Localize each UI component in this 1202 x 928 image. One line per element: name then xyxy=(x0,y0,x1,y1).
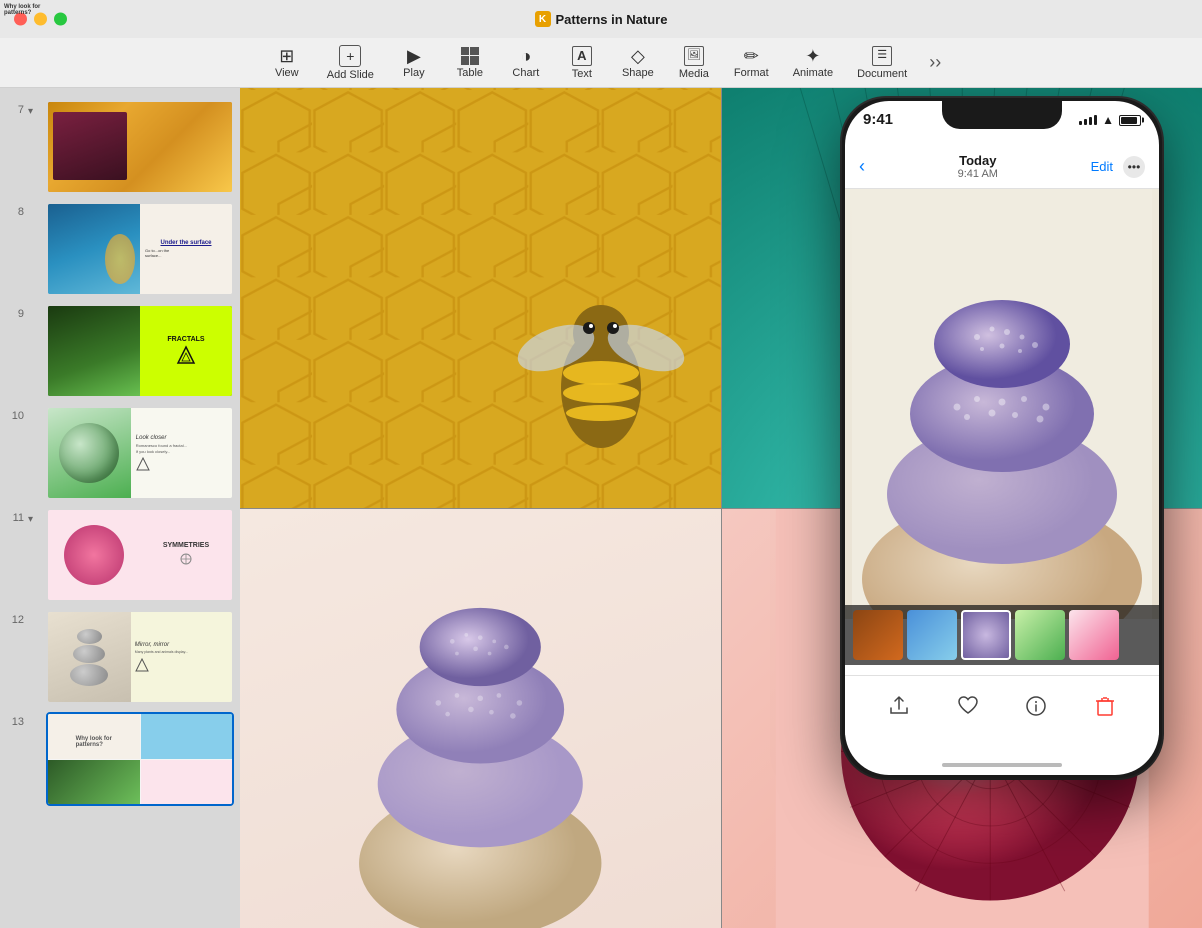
toolbar-more-button[interactable]: ›› xyxy=(929,52,941,73)
slide-number-9: 9 xyxy=(6,308,24,320)
home-indicator xyxy=(942,763,1062,767)
signal-bar-4 xyxy=(1094,115,1097,125)
slide-thumbnail-13[interactable]: Why look forpatterns? Why look forpatter… xyxy=(46,712,234,806)
toolbar-media[interactable]: 🖼 Media xyxy=(668,42,720,84)
phone-nav-bar: ‹ Today 9:41 AM Edit ••• xyxy=(845,145,1159,189)
list-item: 7 ▾ LAYERS layers in nature can be seen.… xyxy=(0,96,240,198)
slide-number-8: 8 xyxy=(6,206,24,218)
toolbar-text[interactable]: A Text xyxy=(556,42,608,84)
slide-number-12: 12 xyxy=(6,614,24,626)
add-slide-label: Add Slide xyxy=(327,69,374,81)
toolbar-shape[interactable]: ◇ Shape xyxy=(612,43,664,83)
trash-icon[interactable] xyxy=(1091,692,1119,720)
list-item: 8 ▾ Under the surface Go to...on thesurf… xyxy=(0,198,240,300)
thumbnail-1[interactable] xyxy=(853,610,903,660)
document-label: Document xyxy=(857,68,907,80)
toolbar-document[interactable]: ☰ Document xyxy=(847,42,917,84)
back-button[interactable]: ‹ xyxy=(859,156,865,177)
signal-bar-1 xyxy=(1079,121,1082,125)
play-label: Play xyxy=(403,67,424,79)
shape-icon: ◇ xyxy=(631,47,645,65)
phone-notch xyxy=(942,101,1062,129)
toolbar: ⊞ View + Add Slide ▶ Play Table ◑ Chart … xyxy=(0,38,1202,88)
thumbnail-5[interactable] xyxy=(1069,610,1119,660)
phone-action-bar xyxy=(845,675,1159,735)
toolbar-play[interactable]: ▶ Play xyxy=(388,43,440,83)
thumbnail-3-selected[interactable] xyxy=(961,610,1011,660)
nav-time: 9:41 AM xyxy=(958,168,998,180)
canvas-cell-honeybee xyxy=(240,88,721,508)
slide-number-7: 7 xyxy=(6,104,24,116)
add-slide-icon: + xyxy=(339,45,361,67)
slide-number-11: 11 xyxy=(6,512,24,524)
slide-thumbnail-12[interactable]: Mirror, mirror Many plants and animals d… xyxy=(46,610,234,704)
toolbar-view[interactable]: ⊞ View xyxy=(261,43,313,83)
main-layout: 7 ▾ LAYERS layers in nature can be seen.… xyxy=(0,88,1202,928)
collapse-icon-11[interactable]: ▾ xyxy=(28,514,42,525)
toolbar-animate[interactable]: ✦ Animate xyxy=(783,43,843,83)
thumbnail-2[interactable] xyxy=(907,610,957,660)
battery-icon xyxy=(1119,115,1141,126)
signal-bar-3 xyxy=(1089,117,1092,125)
list-item: 12 ▾ Mirror, mirror Many plants and anim… xyxy=(0,606,240,708)
format-icon: ✏ xyxy=(744,47,759,65)
slide-number-13: 13 xyxy=(6,716,24,728)
nav-title-group: Today 9:41 AM xyxy=(958,153,998,180)
phone-main-image xyxy=(845,189,1159,619)
table-label: Table xyxy=(457,67,483,79)
chart-icon: ◑ xyxy=(520,47,531,65)
slide-thumbnail-7[interactable]: LAYERS layers in nature can be seen... xyxy=(46,100,234,194)
text-label: Text xyxy=(572,68,592,80)
chart-label: Chart xyxy=(512,67,539,79)
photo-thumbnail-strip xyxy=(845,605,1159,665)
canvas-cell-urchins xyxy=(240,509,721,928)
toolbar-format[interactable]: ✏ Format xyxy=(724,43,779,83)
share-icon[interactable] xyxy=(885,692,913,720)
animate-label: Animate xyxy=(793,67,833,79)
signal-bar-2 xyxy=(1084,119,1087,125)
canvas-area[interactable]: 9:41 ▲ xyxy=(240,88,1202,928)
nav-actions: Edit ••• xyxy=(1091,156,1145,178)
text-icon: A xyxy=(572,46,592,66)
slide-panel: 7 ▾ LAYERS layers in nature can be seen.… xyxy=(0,88,240,928)
animate-icon: ✦ xyxy=(805,47,820,65)
view-icon: ⊞ xyxy=(279,47,294,65)
battery-fill xyxy=(1121,117,1137,124)
phone-frame: 9:41 ▲ xyxy=(842,98,1162,778)
media-icon: 🖼 xyxy=(684,46,704,66)
info-icon[interactable] xyxy=(1022,692,1050,720)
list-item: 13 ▾ Why look forpatterns? Why look forp… xyxy=(0,708,240,810)
format-label: Format xyxy=(734,67,769,79)
document-icon: ☰ xyxy=(872,46,892,66)
heart-icon[interactable] xyxy=(954,692,982,720)
collapse-icon-7[interactable]: ▾ xyxy=(28,106,42,117)
more-button[interactable]: ••• xyxy=(1123,156,1145,178)
phone-time: 9:41 xyxy=(863,111,893,128)
toolbar-chart[interactable]: ◑ Chart xyxy=(500,43,552,83)
edit-button[interactable]: Edit xyxy=(1091,159,1113,174)
slide-thumbnail-9[interactable]: FRACTALS xyxy=(46,304,234,398)
list-item: 10 ▾ Look closer Romanesco found a fract… xyxy=(0,402,240,504)
wifi-icon: ▲ xyxy=(1102,113,1114,127)
toolbar-table[interactable]: Table xyxy=(444,43,496,83)
thumbnail-4[interactable] xyxy=(1015,610,1065,660)
slide-thumbnail-8[interactable]: Under the surface Go to...on thesurface.… xyxy=(46,202,234,296)
slide-number-10: 10 xyxy=(6,410,24,422)
view-label: View xyxy=(275,67,299,79)
list-item: 9 ▾ FRACTALS xyxy=(0,300,240,402)
slide-thumbnail-11[interactable]: SYMMETRIES xyxy=(46,508,234,602)
media-label: Media xyxy=(679,68,709,80)
phone-status-icons: ▲ xyxy=(1079,113,1141,127)
nav-date: Today xyxy=(958,153,998,168)
table-icon xyxy=(461,47,479,65)
phone-screen: 9:41 ▲ xyxy=(845,101,1159,775)
signal-icon xyxy=(1079,115,1097,125)
slide-thumbnail-10[interactable]: Look closer Romanesco found a fractal...… xyxy=(46,406,234,500)
phone-overlay: 9:41 ▲ xyxy=(832,98,1172,918)
play-icon: ▶ xyxy=(407,47,421,65)
toolbar-add-slide[interactable]: + Add Slide xyxy=(317,41,384,85)
shape-label: Shape xyxy=(622,67,654,79)
list-item: 11 ▾ SYMMETRIES xyxy=(0,504,240,606)
